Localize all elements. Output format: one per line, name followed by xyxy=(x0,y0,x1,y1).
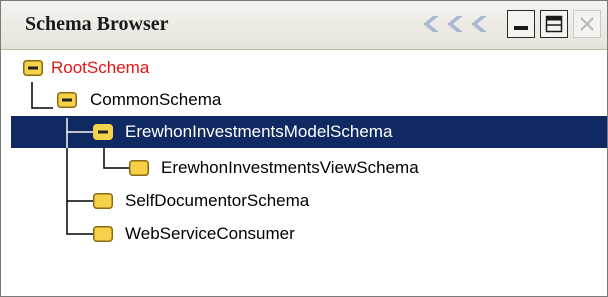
tree-node-label: RootSchema xyxy=(51,58,150,77)
tree-node-commonschema[interactable]: CommonSchema xyxy=(1,84,321,116)
minus-folder-icon[interactable] xyxy=(93,124,113,140)
tree-node-rootschema[interactable]: RootSchema xyxy=(1,52,301,84)
tree-node-erewhoninvestmentsmodelschema[interactable]: ErewhonInvestmentsModelSchema xyxy=(1,116,607,148)
minus-folder-icon[interactable] xyxy=(23,60,43,76)
schema-browser-panel: Schema Browser RootSchema CommonSchema E… xyxy=(0,0,608,297)
collapse-panel-icon[interactable] xyxy=(419,13,497,35)
tree-node-label: SelfDocumentorSchema xyxy=(125,191,310,210)
maximize-button[interactable] xyxy=(540,10,568,38)
tree-node-label: WebServiceConsumer xyxy=(125,224,295,243)
folder-icon xyxy=(93,193,113,209)
schema-tree: RootSchema CommonSchema ErewhonInvestmen… xyxy=(1,50,607,296)
tree-node-erewhoninvestmentsviewschema[interactable]: ErewhonInvestmentsViewSchema xyxy=(1,152,521,184)
close-icon xyxy=(580,17,594,31)
close-button[interactable] xyxy=(573,10,601,38)
tree-node-label: ErewhonInvestmentsViewSchema xyxy=(161,158,419,177)
panel-title: Schema Browser xyxy=(25,13,169,35)
minimize-icon xyxy=(514,26,528,30)
tree-node-selfdocumentorschema[interactable]: SelfDocumentorSchema xyxy=(1,185,421,217)
tree-node-label: CommonSchema xyxy=(90,90,222,109)
tree-node-label: ErewhonInvestmentsModelSchema xyxy=(125,122,393,141)
maximize-icon xyxy=(545,15,563,33)
folder-icon xyxy=(93,226,113,242)
minimize-button[interactable] xyxy=(507,10,535,38)
panel-titlebar: Schema Browser xyxy=(1,1,607,50)
minus-folder-icon[interactable] xyxy=(57,92,77,108)
folder-icon xyxy=(129,160,149,176)
tree-node-webserviceconsumer[interactable]: WebServiceConsumer xyxy=(1,218,421,250)
